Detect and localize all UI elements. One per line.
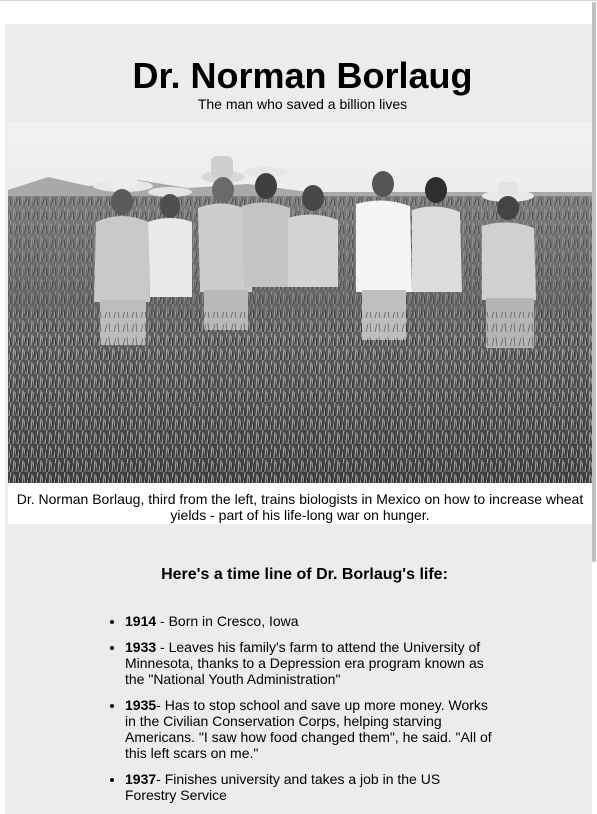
timeline-year: 1935: [125, 697, 157, 713]
page-subtitle: The man who saved a billion lives: [197, 96, 408, 112]
field-photo: [8, 122, 592, 483]
timeline-item: 1935- Has to stop school and save up mor…: [125, 697, 495, 761]
timeline-item: 1933 - Leaves his family's farm to atten…: [125, 639, 495, 687]
timeline-year: 1933: [125, 639, 157, 655]
photo-caption: Dr. Norman Borlaug, third from the left,…: [16, 491, 584, 523]
page-title: Dr. Norman Borlaug: [132, 55, 473, 96]
timeline-item: 1937- Finishes university and takes a jo…: [125, 771, 495, 803]
browser-edge: [0, 0, 597, 1]
timeline-text: - Finishes university and takes a job in…: [125, 771, 441, 803]
timeline-text: - Has to stop school and save up more mo…: [125, 697, 492, 761]
timeline-list: 1914 - Born in Cresco, Iowa 1933 - Leave…: [5, 613, 495, 813]
timeline-text: - Leaves his family's farm to attend the…: [125, 639, 484, 687]
photo-figure: Dr. Norman Borlaug, third from the left,…: [8, 122, 592, 524]
timeline-heading: Here's a time line of Dr. Borlaug's life…: [161, 566, 448, 583]
timeline-text: - Born in Cresco, Iowa: [156, 613, 299, 629]
timeline-year: 1937: [125, 771, 157, 787]
timeline-year: 1914: [125, 613, 157, 629]
timeline-item: 1914 - Born in Cresco, Iowa: [125, 613, 495, 629]
article-container: Dr. Norman Borlaug The man who saved a b…: [5, 24, 592, 814]
